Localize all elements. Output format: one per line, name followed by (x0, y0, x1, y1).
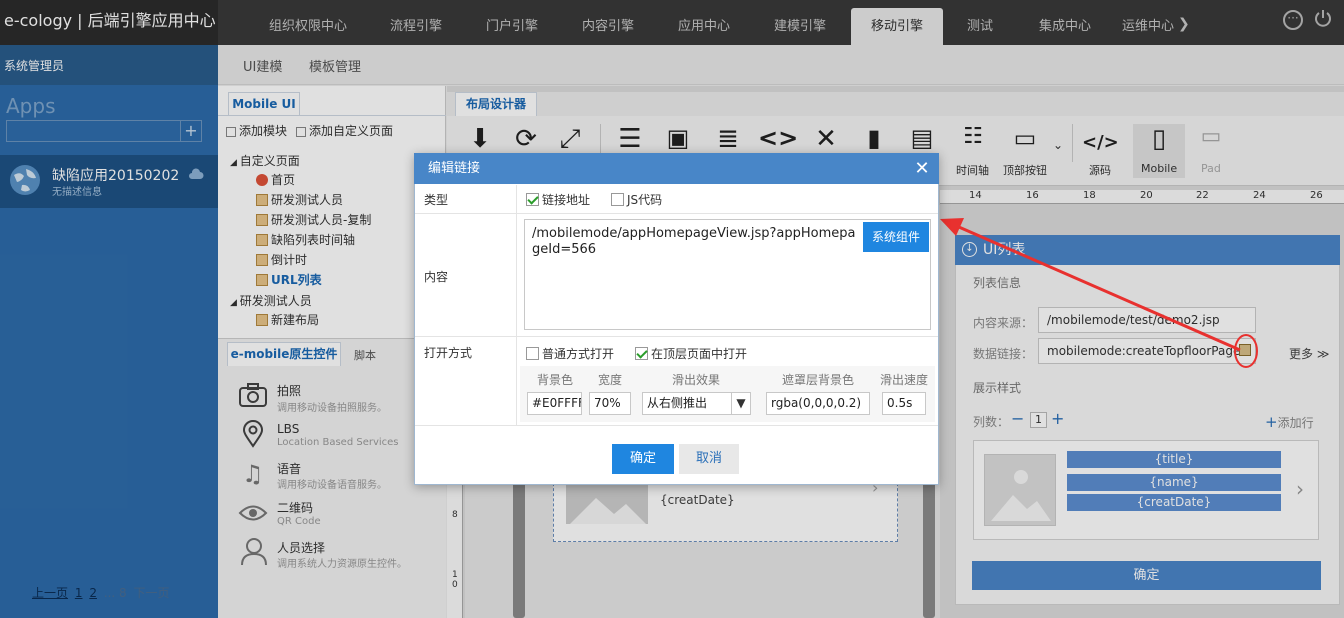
cancel-button[interactable]: 取消 (679, 444, 739, 474)
col-mask-label: 遮罩层背景色 (782, 373, 855, 387)
mask-color-input[interactable]: rgba(0,0,0,0.2) (766, 392, 870, 415)
checkbox-checked (526, 193, 539, 206)
checkbox-unchecked (526, 347, 539, 360)
speed-input[interactable]: 0.5s (882, 392, 926, 415)
chevron-down-icon[interactable]: ▼ (731, 393, 750, 414)
modal-overlay-left (0, 0, 218, 618)
system-component-button[interactable]: 系统组件 (863, 222, 929, 252)
close-icon[interactable]: ✕ (912, 160, 932, 180)
checkbox-checked (635, 347, 648, 360)
option-label: 在顶层页面中打开 (651, 347, 748, 361)
dialog-title: 编辑链接 (414, 153, 939, 184)
divider (415, 336, 938, 337)
bg-color-input[interactable]: #E0FFFF (527, 392, 582, 415)
divider (516, 185, 517, 425)
content-label: 内容 (424, 270, 449, 284)
ok-button[interactable]: 确定 (612, 444, 674, 474)
divider (415, 425, 938, 426)
checkbox-unchecked (611, 193, 624, 206)
divider (415, 213, 938, 214)
col-speed-label: 滑出速度 (880, 373, 929, 387)
col-width-label: 宽度 (598, 373, 623, 387)
open-mode-label: 打开方式 (424, 346, 473, 360)
open-normal-checkbox[interactable]: 普通方式打开 (526, 345, 614, 362)
width-input[interactable]: 70% (589, 392, 631, 415)
red-arrow-annotation (940, 218, 1258, 368)
option-label: 链接地址 (542, 193, 591, 207)
content-text: /mobilemode/appHomepageView.jsp?appHomep… (532, 226, 856, 257)
option-label: 普通方式打开 (542, 347, 615, 361)
link-type-checkbox[interactable]: 链接地址 (526, 191, 590, 208)
type-label: 类型 (424, 193, 449, 207)
col-effect-label: 滑出效果 (672, 373, 721, 387)
option-label: JS代码 (627, 193, 663, 207)
open-top-checkbox[interactable]: 在顶层页面中打开 (635, 345, 747, 362)
col-bg-label: 背景色 (537, 373, 574, 387)
js-type-checkbox[interactable]: JS代码 (611, 191, 662, 208)
